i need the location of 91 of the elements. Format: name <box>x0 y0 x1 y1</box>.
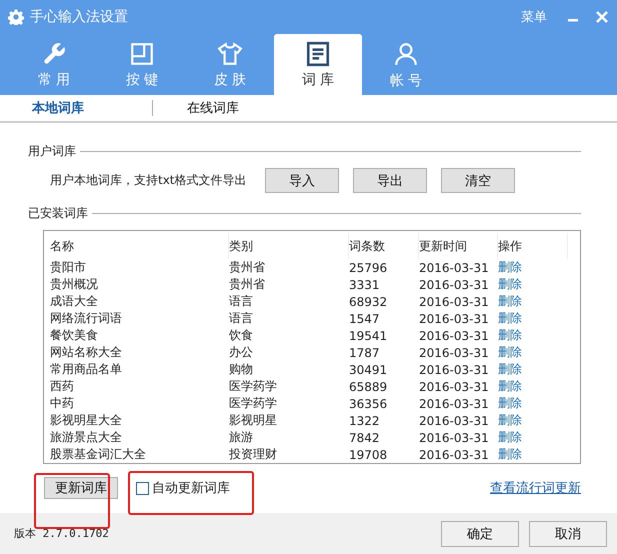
delete-link[interactable]: 删除 <box>498 413 522 427</box>
subtab[interactable]: 本地词库 <box>32 99 152 117</box>
settings-icon <box>8 9 24 25</box>
tab[interactable]: 词 库 <box>274 34 362 95</box>
table-cell-text: 1547 <box>349 312 381 326</box>
update-button[interactable]: 更新词库 <box>44 477 118 499</box>
table-cell-text: 购物 <box>229 361 254 378</box>
table-cell-text: 常用商品名单 <box>50 361 123 378</box>
popular-words-link[interactable]: 查看流行词更新 <box>490 479 581 497</box>
table-cell-text: 旅游 <box>229 429 254 446</box>
tab[interactable]: 皮 肤 <box>186 34 274 95</box>
delete-link[interactable]: 删除 <box>498 345 522 359</box>
table-cell-text: 7842 <box>349 430 381 444</box>
dialog-button[interactable]: 取消 <box>529 520 607 546</box>
table-cell-text: 贵州省 <box>229 259 266 276</box>
table-cell-text: 3331 <box>349 278 381 292</box>
tab[interactable]: 常 用 <box>10 34 98 95</box>
table-cell-text: 旅游景点大全 <box>50 429 123 446</box>
column-header: 更新时间 <box>419 233 498 259</box>
table-cell-text: 投资理财 <box>229 446 278 463</box>
section-heading: 已安装词库 <box>28 205 88 222</box>
table-cell-text: 2016-03-31 <box>419 414 490 428</box>
table-cell-text: 2016-03-31 <box>419 362 490 376</box>
description-text: 用户本地词库，支持txt格式文件导出 <box>50 172 248 189</box>
action-button[interactable]: 清空 <box>441 168 515 193</box>
table-cell-text: 2016-03-31 <box>419 396 490 410</box>
table-cell-text: 影视明星大全 <box>50 412 123 429</box>
table-cell-text: 30491 <box>349 362 388 376</box>
delete-link[interactable]: 删除 <box>498 379 522 393</box>
action-button[interactable]: 导入 <box>265 168 339 193</box>
column-header: 操作 <box>498 233 568 259</box>
table-cell-text: 19708 <box>349 448 388 462</box>
delete-link[interactable]: 删除 <box>498 277 522 291</box>
table-cell-text: 2016-03-31 <box>419 346 490 360</box>
delete-link[interactable]: 删除 <box>498 447 522 461</box>
delete-link[interactable]: 删除 <box>498 430 522 444</box>
table-cell-text: 65889 <box>349 380 388 394</box>
table-cell-text: 2016-03-31 <box>419 328 490 342</box>
table-cell-text: 语言 <box>229 293 254 310</box>
shirt-icon <box>216 40 244 66</box>
table-cell-text: 2016-03-31 <box>419 260 490 274</box>
delete-link[interactable]: 删除 <box>498 396 522 410</box>
table-cell-text: 成语大全 <box>50 293 99 310</box>
delete-link[interactable]: 删除 <box>498 328 522 342</box>
table-cell-text: 网站名称大全 <box>50 344 123 361</box>
table-cell-text: 中药 <box>50 395 75 412</box>
delete-link[interactable]: 删除 <box>498 294 522 308</box>
table-cell-text: 贵阳市 <box>50 259 87 276</box>
table-cell-text: 医学药学 <box>229 378 278 395</box>
tab[interactable]: 按 键 <box>98 34 186 95</box>
table-cell-text: 语言 <box>229 310 254 327</box>
column-header: 类别 <box>229 233 349 259</box>
table-cell-text: 贵州省 <box>229 276 266 293</box>
table-cell-text: 2016-03-31 <box>419 278 490 292</box>
section-heading: 用户词库 <box>28 143 76 160</box>
version-text: 版本 2.7.0.1702 <box>14 526 110 541</box>
table-cell-text: 19541 <box>349 328 388 342</box>
delete-link[interactable]: 删除 <box>498 362 522 376</box>
table-cell-text: 25796 <box>349 260 388 274</box>
auto-update-checkbox[interactable]: 自动更新词库 <box>136 479 230 497</box>
table-cell-text: 36356 <box>349 396 388 410</box>
table-cell-text: 2016-03-31 <box>419 430 490 444</box>
table-cell-text: 68932 <box>349 294 388 308</box>
table-cell-text: 股票基金词汇大全 <box>50 446 147 463</box>
dialog-button[interactable]: 确定 <box>441 520 519 546</box>
table-cell-text: 2016-03-31 <box>419 294 490 308</box>
table-cell-text: 饮食 <box>229 327 254 344</box>
table-cell-text: 1787 <box>349 346 381 360</box>
keys-icon <box>129 40 155 66</box>
document-icon <box>305 40 331 66</box>
table-cell-text: 2016-03-31 <box>419 380 490 394</box>
table-cell-text: 办公 <box>229 344 254 361</box>
table-cell-text: 1322 <box>349 414 381 428</box>
close-icon[interactable] <box>595 10 609 24</box>
table-cell-text: 餐饮美食 <box>50 327 99 344</box>
action-button[interactable]: 导出 <box>353 168 427 193</box>
table-cell-text: 贵州概况 <box>50 276 99 293</box>
column-header: 名称 <box>50 233 229 259</box>
column-header: 词条数 <box>349 233 419 259</box>
table-cell-text: 网络流行词语 <box>50 310 123 327</box>
table-cell-text: 影视明星 <box>229 412 278 429</box>
menu-button[interactable]: 菜单 <box>521 8 547 26</box>
delete-link[interactable]: 删除 <box>498 311 522 325</box>
table-cell-text: 2016-03-31 <box>419 448 490 462</box>
delete-link[interactable]: 删除 <box>498 260 522 274</box>
tab[interactable]: 帐 号 <box>362 34 450 95</box>
table-cell-text: 西药 <box>50 378 75 395</box>
window-title: 手心输入法设置 <box>30 8 129 26</box>
subtab[interactable]: 在线词库 <box>187 99 307 117</box>
table-cell-text: 医学药学 <box>229 395 278 412</box>
table-cell-text: 2016-03-31 <box>419 312 490 326</box>
